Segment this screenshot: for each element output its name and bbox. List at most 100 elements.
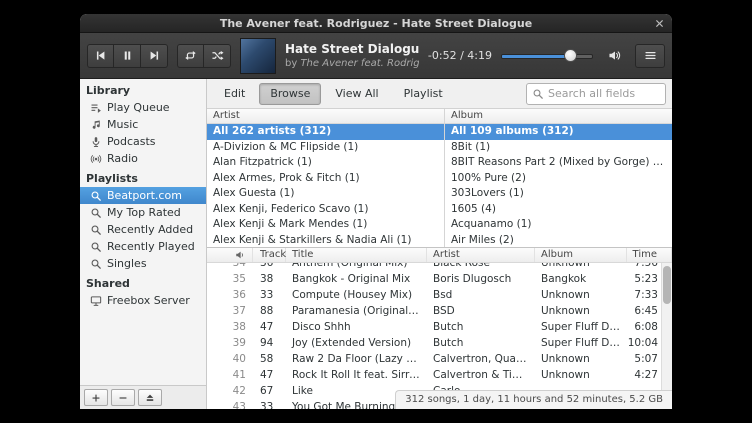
artist-row[interactable]: Alan Fitzpatrick (1) — [207, 155, 444, 171]
artist-row[interactable]: A-Divizion & MC Flipside (1) — [207, 140, 444, 156]
now-playing-title: Hate Street Dialogue — [285, 42, 419, 56]
artist-column-header[interactable]: Artist — [427, 248, 535, 262]
artist-row[interactable]: Alex Guesta (1) — [207, 186, 444, 202]
seek-slider[interactable] — [501, 48, 593, 64]
track-artist: Butch — [427, 319, 535, 335]
scrollbar-thumb[interactable] — [663, 266, 671, 304]
album-row[interactable]: Acquanamo (1) — [445, 217, 672, 233]
sidebar: LibraryPlay QueueMusicPodcastsRadioPlayl… — [80, 79, 207, 409]
track-title: Disco Shhh — [286, 319, 427, 335]
eject-button[interactable] — [138, 389, 162, 406]
track-row[interactable]: 4147Rock It Roll It feat. Sirreal Pip...… — [207, 367, 672, 383]
desktop-background: The Avener feat. Rodriguez - Hate Street… — [0, 0, 752, 423]
tracklist-header: Track Title Artist Album Time — [207, 248, 672, 263]
artist-row[interactable]: Alex Kenji & Mark Mendes (1) — [207, 217, 444, 233]
previous-button[interactable] — [87, 44, 114, 68]
track-row[interactable]: 3788Paramanesia (Original Mix)BSDUnknown… — [207, 303, 672, 319]
album-pane: Album All 109 albums (312)8Bit (1)8BIT R… — [445, 109, 672, 247]
sidebar-item-podcasts[interactable]: Podcasts — [80, 133, 206, 150]
track-position: 41 — [207, 367, 253, 383]
artist-row[interactable]: Alex Kenji & Starkillers & Nadia Ali (1) — [207, 233, 444, 248]
search-field[interactable] — [526, 83, 666, 105]
track-album: Unknown — [535, 351, 627, 367]
sidebar-item-play-queue[interactable]: Play Queue — [80, 99, 206, 116]
track-title: Anthem (Original Mix) — [286, 263, 427, 271]
repeat-button[interactable] — [177, 44, 204, 68]
radio-broadcast-icon — [89, 152, 102, 165]
time-column-header[interactable]: Time — [627, 248, 672, 262]
title-column-header[interactable]: Title — [286, 248, 427, 262]
album-row[interactable]: Air Miles (2) — [445, 233, 672, 248]
shuffle-button[interactable] — [204, 44, 231, 68]
sidebar-item-beatport-com[interactable]: Beatport.com — [80, 187, 206, 204]
sidebar-item-music[interactable]: Music — [80, 116, 206, 133]
sidebar-item-label: Podcasts — [107, 135, 156, 148]
sidebar-item-label: Freebox Server — [107, 294, 190, 307]
next-button[interactable] — [141, 44, 168, 68]
play-pause-button[interactable] — [114, 44, 141, 68]
artist-row[interactable]: Alex Kenji, Federico Scavo (1) — [207, 202, 444, 218]
album-row[interactable]: 1605 (4) — [445, 202, 672, 218]
browse-button[interactable]: Browse — [259, 83, 321, 105]
time-label: -0:52 / 4:19 — [428, 49, 492, 62]
track-row[interactable]: 3633Compute (Housey Mix)BsdUnknown7:33 — [207, 287, 672, 303]
album-column-header[interactable]: Album — [535, 248, 627, 262]
sidebar-item-my-top-rated[interactable]: My Top Rated — [80, 204, 206, 221]
track-column-header[interactable]: Track — [253, 248, 286, 262]
album-column-header[interactable]: Album — [445, 109, 672, 124]
album-row[interactable]: 8BIT Reasons Part 2 (Mixed by Gorge) (1) — [445, 155, 672, 171]
track-row[interactable]: 3538Bangkok - Original MixBoris Dlugosch… — [207, 271, 672, 287]
add-playlist-button[interactable] — [84, 389, 108, 406]
track-row[interactable]: 3436Anthem (Original Mix)Black RoseUnkno… — [207, 263, 672, 271]
playlist-button[interactable]: Playlist — [393, 83, 454, 105]
track-row[interactable]: 3847Disco ShhhButchSuper Fluff Disco Stu… — [207, 319, 672, 335]
volume-button[interactable] — [602, 44, 626, 68]
sidebar-item-singles[interactable]: Singles — [80, 255, 206, 272]
search-icon — [89, 189, 102, 202]
album-all-row[interactable]: All 109 albums (312) — [445, 124, 672, 140]
sidebar-item-label: Radio — [107, 152, 138, 165]
track-number: 58 — [253, 351, 286, 367]
window-title: The Avener feat. Rodriguez - Hate Street… — [220, 17, 532, 30]
edit-button[interactable]: Edit — [213, 83, 256, 105]
titlebar[interactable]: The Avener feat. Rodriguez - Hate Street… — [80, 14, 672, 33]
artist-list: All 262 artists (312)A-Divizion & MC Fli… — [207, 124, 444, 247]
album-art — [240, 38, 276, 74]
album-row[interactable]: 100% Pure (2) — [445, 171, 672, 187]
close-icon — [655, 19, 664, 28]
music-note-icon — [89, 118, 102, 131]
track-album: Unknown — [535, 303, 627, 319]
sidebar-item-label: My Top Rated — [107, 206, 181, 219]
track-album: Super Fluff Disco Stuff — [535, 335, 627, 351]
window-body: LibraryPlay QueueMusic Podcasts Radio Playl… — [80, 79, 672, 409]
view-controls-row: Edit Browse View All Playlist — [207, 79, 672, 109]
album-row[interactable]: 303Lovers (1) — [445, 186, 672, 202]
sidebar-section-header-library: Library — [80, 79, 206, 99]
track-number: 33 — [253, 399, 286, 409]
tracklist-scrollbar[interactable] — [661, 263, 672, 409]
artist-column-header[interactable]: Artist — [207, 109, 444, 124]
track-number: 33 — [253, 287, 286, 303]
artist-row[interactable]: Alex Armes, Prok & Fitch (1) — [207, 171, 444, 187]
sidebar-item-recently-played[interactable]: Recently Played — [80, 238, 206, 255]
sidebar-item-freebox-server[interactable]: Freebox Server — [80, 292, 206, 309]
track-row[interactable]: 3994Joy (Extended Version)ButchSuper Flu… — [207, 335, 672, 351]
album-row[interactable]: 8Bit (1) — [445, 140, 672, 156]
menu-button[interactable] — [635, 44, 665, 68]
seek-handle[interactable] — [564, 49, 577, 62]
view-all-button[interactable]: View All — [324, 83, 389, 105]
remove-playlist-button[interactable] — [111, 389, 135, 406]
sidebar-item-recently-added[interactable]: Recently Added — [80, 221, 206, 238]
track-position: 37 — [207, 303, 253, 319]
close-button[interactable] — [652, 16, 667, 31]
content-area: Edit Browse View All Playlist Artist All… — [207, 79, 672, 409]
search-input[interactable] — [548, 87, 660, 100]
search-icon — [89, 240, 102, 253]
artist-all-row[interactable]: All 262 artists (312) — [207, 124, 444, 140]
volume-icon — [608, 49, 621, 62]
sidebar-item-radio[interactable]: Radio — [80, 150, 206, 167]
track-row[interactable]: 4058Raw 2 Da Floor (Lazy Rich Re...Calve… — [207, 351, 672, 367]
track-number: 67 — [253, 383, 286, 399]
position-column-header[interactable] — [207, 248, 253, 262]
eject-icon — [145, 393, 155, 403]
